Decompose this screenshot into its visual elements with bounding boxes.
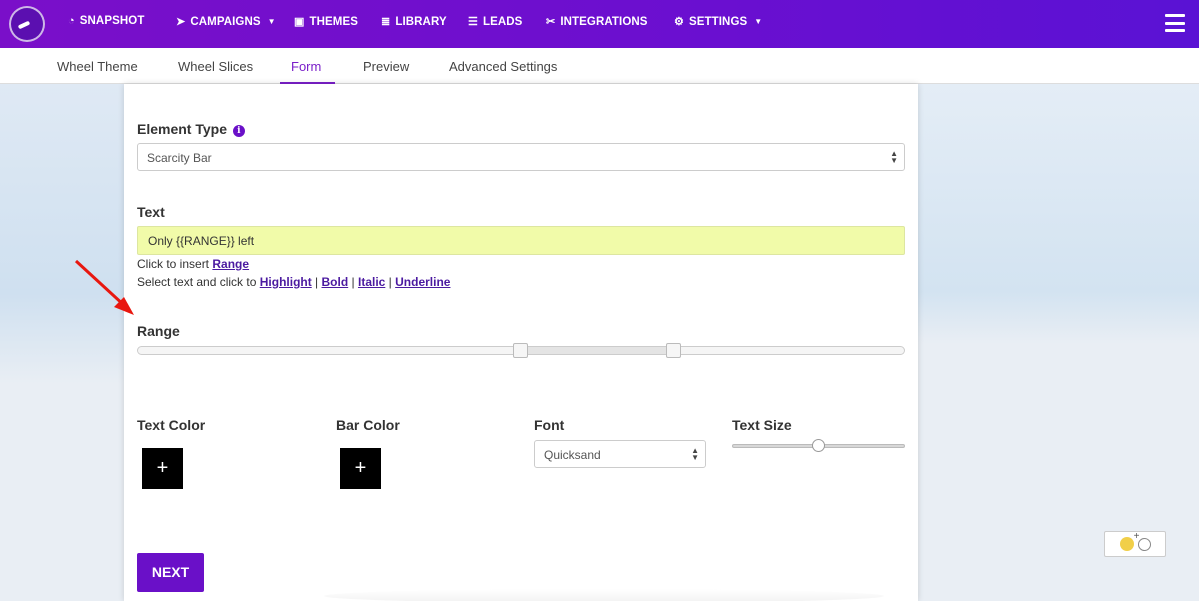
nav-item-integrations[interactable]: ✂ INTEGRATIONS bbox=[546, 15, 648, 29]
text-color-picker-button[interactable]: + bbox=[142, 448, 183, 489]
nav-item-label: INTEGRATIONS bbox=[560, 15, 648, 28]
highlight-link[interactable]: Highlight bbox=[260, 275, 312, 289]
paper-plane-icon: ➤ bbox=[176, 16, 186, 28]
tab-form[interactable]: Form bbox=[291, 59, 321, 74]
tab-wheel-theme[interactable]: Wheel Theme bbox=[57, 59, 138, 74]
bar-color-picker-button[interactable]: + bbox=[340, 448, 381, 489]
range-label: Range bbox=[137, 323, 180, 339]
font-label: Font bbox=[534, 417, 565, 433]
nav-item-leads[interactable]: ☰ LEADS bbox=[468, 15, 523, 29]
element-type-label: Element Type i bbox=[137, 121, 245, 137]
nav-item-library[interactable]: ≣ LIBRARY bbox=[381, 15, 447, 29]
nav-item-label: SETTINGS bbox=[688, 15, 748, 28]
emoji-feedback-widget[interactable] bbox=[1104, 531, 1166, 557]
range-min-handle[interactable] bbox=[513, 343, 528, 358]
tab-advanced-settings[interactable]: Advanced Settings bbox=[449, 59, 557, 74]
nav-item-campaigns[interactable]: ➤ CAMPAIGNS ▼ bbox=[176, 15, 276, 29]
element-type-select[interactable]: Scarcity Bar ▲ ▼ bbox=[137, 143, 905, 171]
form-panel: Element Type i Scarcity Bar ▲ ▼ Text Only… bbox=[124, 84, 918, 601]
bold-link[interactable]: Bold bbox=[322, 275, 349, 289]
text-color-label: Text Color bbox=[137, 417, 206, 433]
select-arrows-icon: ▲ ▼ bbox=[890, 149, 898, 165]
tab-wheel-slices[interactable]: Wheel Slices bbox=[178, 59, 253, 74]
nav-item-themes[interactable]: ▣ THEMES bbox=[294, 15, 359, 29]
text-label: Text bbox=[137, 204, 165, 220]
caret-down-icon: ▼ bbox=[267, 17, 276, 26]
plug-icon: ✂ bbox=[546, 16, 556, 28]
app-logo[interactable] bbox=[9, 6, 45, 42]
underline-link[interactable]: Underline bbox=[395, 275, 450, 289]
bar-color-label: Bar Color bbox=[336, 417, 400, 433]
font-select[interactable]: Quicksand ▲ ▼ bbox=[534, 440, 706, 468]
nav-item-label: SNAPSHOT bbox=[79, 15, 145, 27]
next-button[interactable]: NEXT bbox=[137, 553, 204, 592]
top-navbar: ◔ SNAPSHOT ➤ CAMPAIGNS ▼ ▣ THEMES ≣ LIBR… bbox=[0, 0, 1199, 48]
list-icon: ≣ bbox=[381, 16, 391, 28]
caret-down-icon: ▼ bbox=[754, 17, 763, 26]
editor-tabs: Wheel Theme Wheel Slices Form Preview Ad… bbox=[0, 48, 1199, 84]
cogs-icon: ⚙ bbox=[674, 16, 684, 28]
format-helper: Select text and click to Highlight | Bol… bbox=[137, 275, 451, 289]
text-size-handle[interactable] bbox=[812, 439, 825, 452]
italic-link[interactable]: Italic bbox=[358, 275, 385, 289]
select-arrows-icon: ▲ ▼ bbox=[691, 446, 699, 462]
tab-preview[interactable]: Preview bbox=[363, 59, 409, 74]
range-selection bbox=[521, 347, 674, 354]
info-icon[interactable]: i bbox=[232, 125, 245, 137]
panel-bottom-shadow bbox=[324, 589, 884, 601]
dashboard-icon: ◔ bbox=[68, 15, 75, 27]
insert-helper: Click to insert Range bbox=[137, 257, 250, 271]
list-alt-icon: ☰ bbox=[468, 16, 478, 28]
emoji-add-icon bbox=[1119, 531, 1139, 551]
nav-item-label: LEADS bbox=[482, 15, 523, 28]
nav-item-label: LIBRARY bbox=[395, 15, 447, 28]
hamburger-menu-icon[interactable] bbox=[1165, 14, 1185, 32]
image-icon: ▣ bbox=[294, 16, 305, 28]
text-input[interactable]: Only {{RANGE}} left bbox=[137, 226, 905, 255]
nav-item-label: CAMPAIGNS bbox=[190, 15, 261, 28]
insert-range-link[interactable]: Range bbox=[212, 257, 249, 271]
annotation-arrow-icon bbox=[74, 259, 134, 315]
nav-item-snapshot[interactable]: ◔ SNAPSHOT bbox=[68, 15, 144, 27]
nav-item-settings[interactable]: ⚙ SETTINGS ▼ bbox=[674, 15, 763, 29]
range-max-handle[interactable] bbox=[666, 343, 681, 358]
background-decoration-left bbox=[0, 84, 124, 384]
background-decoration-right bbox=[918, 84, 1199, 344]
text-size-label: Text Size bbox=[732, 417, 792, 433]
nav-item-label: THEMES bbox=[309, 15, 359, 28]
